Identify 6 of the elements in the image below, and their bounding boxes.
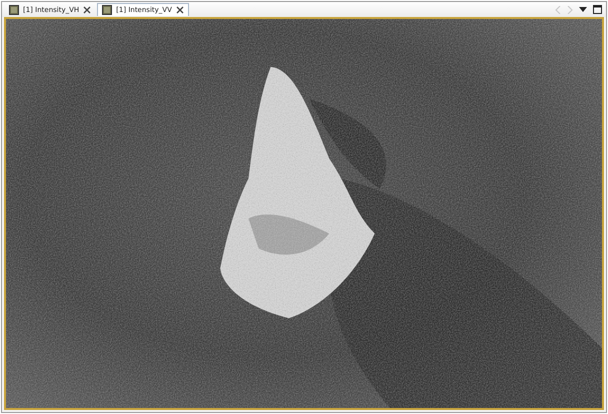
maximize-icon[interactable] <box>593 5 602 14</box>
image-icon <box>9 4 19 14</box>
image-icon <box>102 5 112 15</box>
close-icon[interactable] <box>83 6 92 14</box>
dropdown-icon[interactable] <box>579 6 587 12</box>
close-icon[interactable] <box>176 6 184 14</box>
